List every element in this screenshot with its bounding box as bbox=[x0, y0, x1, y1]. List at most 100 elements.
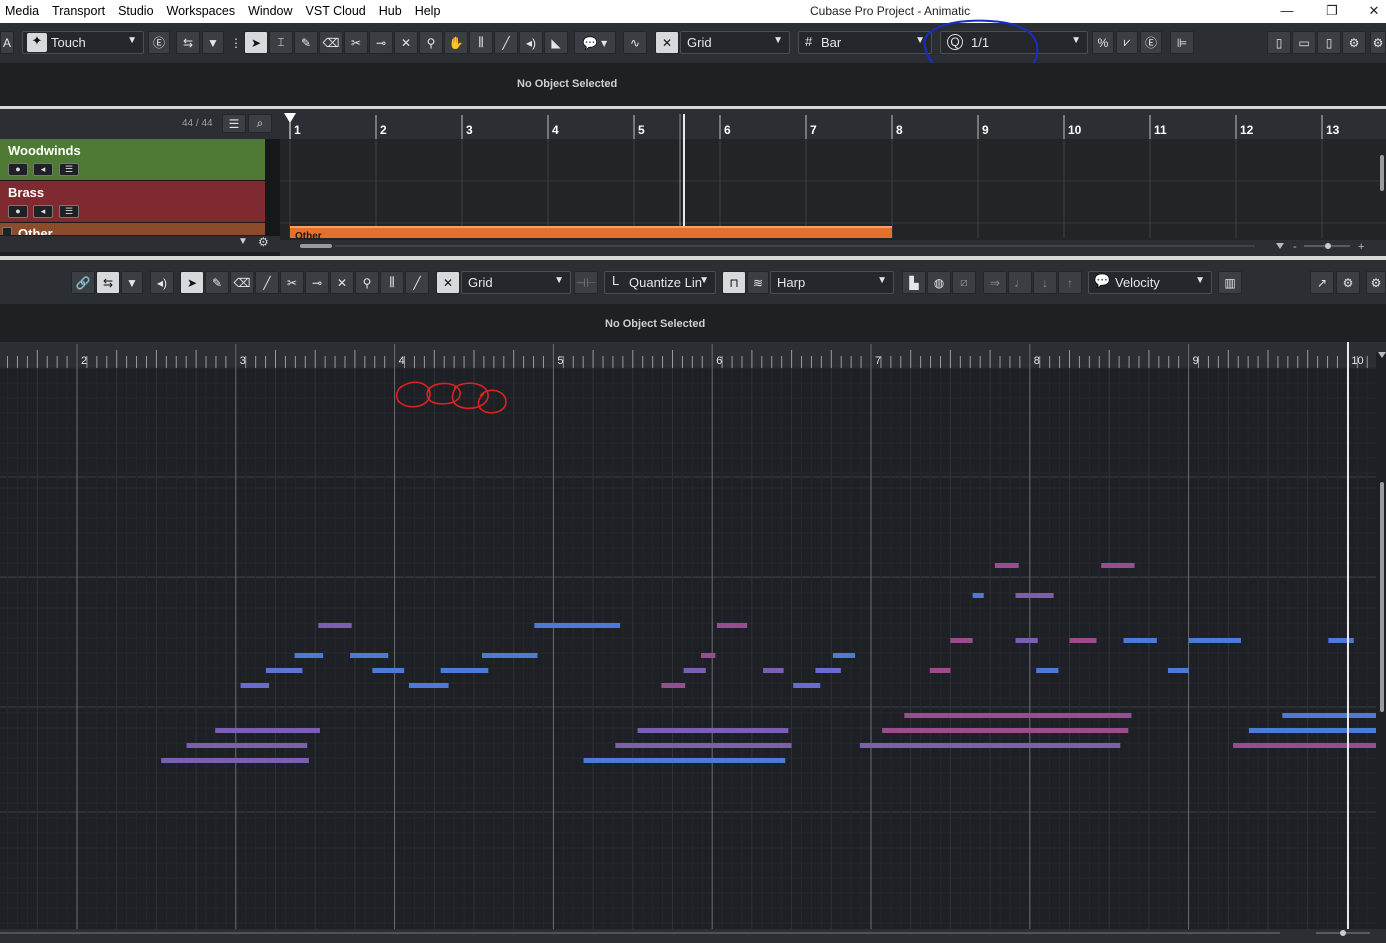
midi-note[interactable] bbox=[994, 563, 1019, 568]
editor-glue-tool[interactable]: ⊸ bbox=[305, 271, 329, 294]
close-window-button[interactable]: ✕ bbox=[1352, 0, 1386, 23]
midi-note[interactable] bbox=[1036, 668, 1059, 673]
editor-options-button[interactable]: ▼ bbox=[121, 271, 143, 294]
editor-trim-tool[interactable]: ╱ bbox=[255, 271, 279, 294]
editor-erase-tool[interactable]: ⌫ bbox=[230, 271, 254, 294]
track-woodwinds[interactable]: Woodwinds ● ◂ ☰ bbox=[0, 139, 265, 181]
midi-note[interactable] bbox=[859, 743, 1121, 748]
step-input-button[interactable]: ⧄ bbox=[952, 271, 976, 294]
draw-tool[interactable]: ✎ bbox=[294, 31, 318, 54]
project-event-display[interactable]: 1 2 3 4 5 6 7 8 9 10 11 12 13Other+- bbox=[280, 109, 1386, 256]
menu-studio[interactable]: Studio bbox=[113, 0, 161, 23]
zoom-out-icon[interactable]: - bbox=[1293, 241, 1297, 253]
setup-window-layout-button[interactable]: ⚙ bbox=[1342, 31, 1366, 54]
indicate-transpositions-button[interactable]: ▙ bbox=[902, 271, 926, 294]
midi-note[interactable] bbox=[929, 668, 951, 673]
project-settings-button[interactable]: ⚙ bbox=[1370, 31, 1386, 54]
insert-velocity-button[interactable]: ⊣⊢ bbox=[574, 271, 598, 294]
menu-media[interactable]: Media bbox=[0, 0, 47, 23]
quantize-length-select[interactable]: L Quantize Lin ▼ bbox=[604, 271, 716, 294]
active-part-select[interactable]: Harp ▼ bbox=[770, 271, 894, 294]
erase-tool[interactable]: ⌫ bbox=[319, 31, 343, 54]
midi-note[interactable] bbox=[701, 653, 716, 658]
record-enable-button[interactable]: ● bbox=[8, 205, 28, 218]
midi-note[interactable] bbox=[265, 668, 303, 673]
menu-vst-cloud[interactable]: VST Cloud bbox=[301, 0, 374, 23]
zoom-slider-thumb[interactable] bbox=[1340, 930, 1346, 936]
midi-note[interactable] bbox=[481, 653, 538, 658]
midi-note[interactable] bbox=[763, 668, 784, 673]
key-editor-note-display[interactable]: 2 3 4 5 6 7 8 9 10 bbox=[0, 342, 1386, 943]
midi-note[interactable] bbox=[534, 623, 621, 628]
open-in-window-button[interactable]: ↗ bbox=[1310, 271, 1334, 294]
controller-lane-select[interactable]: 💬 Velocity ▼ bbox=[1088, 271, 1212, 294]
midi-note[interactable] bbox=[904, 713, 1132, 718]
editor-snap-type-select[interactable]: Grid ▼ bbox=[461, 271, 571, 294]
find-track-button[interactable]: ⌕ bbox=[248, 114, 272, 133]
editor-comp-tool[interactable]: ⫼ bbox=[380, 271, 404, 294]
midi-note[interactable] bbox=[215, 728, 320, 733]
editor-mute-tool[interactable]: ✕ bbox=[330, 271, 354, 294]
editor-layout-button[interactable]: ⚙ bbox=[1336, 271, 1360, 294]
colors-button[interactable]: ◍ bbox=[927, 271, 951, 294]
move-insert-mode-button[interactable]: ⇒ bbox=[983, 271, 1007, 294]
acoustic-feedback-button[interactable]: ◂) bbox=[150, 271, 174, 294]
minimize-button[interactable]: — bbox=[1265, 0, 1309, 23]
editor-split-tool[interactable]: ✂ bbox=[280, 271, 304, 294]
quantize-setup-button[interactable]: ⩗ bbox=[1116, 31, 1138, 54]
editor-ruler[interactable] bbox=[0, 342, 1386, 368]
autoscroll-button[interactable]: ⇆ bbox=[96, 271, 120, 294]
midi-note[interactable] bbox=[972, 593, 984, 598]
zoom-in-icon[interactable]: + bbox=[1358, 241, 1364, 253]
midi-note[interactable] bbox=[683, 668, 706, 673]
midi-note[interactable] bbox=[815, 668, 841, 673]
menu-hub[interactable]: Hub bbox=[374, 0, 410, 23]
right-zone-toggle[interactable]: ▯ bbox=[1317, 31, 1341, 54]
toolbar-options-button[interactable]: ▼ bbox=[202, 31, 224, 54]
midi-note[interactable] bbox=[716, 623, 748, 628]
midi-note[interactable] bbox=[186, 743, 308, 748]
midi-note[interactable] bbox=[583, 758, 786, 763]
zoom-tool[interactable]: ⚲ bbox=[419, 31, 443, 54]
comp-tool[interactable]: ⫼ bbox=[469, 31, 493, 54]
editor-settings-button[interactable]: ⚙ bbox=[1366, 271, 1386, 294]
show-part-borders-button[interactable]: ⊓ bbox=[722, 271, 746, 294]
vertical-scrollbar-thumb[interactable] bbox=[1380, 482, 1384, 712]
midi-note[interactable] bbox=[318, 623, 352, 628]
acoustic-feedback-select[interactable]: 💬 ▾ bbox=[574, 31, 616, 54]
suspend-automation-button[interactable]: Ⓔ bbox=[148, 31, 170, 54]
horizontal-scrollbar[interactable] bbox=[280, 240, 1386, 256]
vertical-scrollbar-thumb[interactable] bbox=[1380, 155, 1384, 191]
midi-note[interactable] bbox=[408, 683, 449, 688]
range-tool[interactable]: ⌶ bbox=[269, 31, 293, 54]
midi-note[interactable] bbox=[372, 668, 405, 673]
play-tool[interactable]: ◂) bbox=[519, 31, 543, 54]
menu-help[interactable]: Help bbox=[410, 0, 449, 23]
midi-note[interactable] bbox=[1282, 713, 1378, 718]
monitor-button[interactable]: ◂ bbox=[33, 163, 53, 176]
project-ruler[interactable] bbox=[280, 109, 1386, 139]
glue-tool[interactable]: ⊸ bbox=[369, 31, 393, 54]
record-pitch-button[interactable]: ♩ bbox=[1008, 271, 1032, 294]
constrain-delay-button[interactable]: ⇆ bbox=[176, 31, 200, 54]
solo-editor-button[interactable]: 🔗 bbox=[71, 271, 95, 294]
midi-note[interactable] bbox=[661, 683, 686, 688]
midi-note[interactable] bbox=[1015, 593, 1054, 598]
gear-icon[interactable]: ⚙ bbox=[258, 235, 269, 249]
midi-note[interactable] bbox=[637, 728, 789, 733]
midi-note[interactable] bbox=[1248, 728, 1378, 733]
track-menu-button[interactable]: ☰ bbox=[59, 205, 79, 218]
menu-transport[interactable]: Transport bbox=[47, 0, 113, 23]
split-tool[interactable]: ✂ bbox=[344, 31, 368, 54]
midi-note[interactable] bbox=[1328, 638, 1354, 643]
midi-note[interactable] bbox=[615, 743, 792, 748]
scrollbar-thumb[interactable] bbox=[300, 244, 332, 248]
midi-note[interactable] bbox=[1188, 638, 1242, 643]
midi-note[interactable] bbox=[161, 758, 309, 763]
midi-controls-button[interactable]: ▥ bbox=[1218, 271, 1242, 294]
midi-note[interactable] bbox=[294, 653, 324, 658]
editor-snap-toggle[interactable]: ✕ bbox=[436, 271, 460, 294]
track-other[interactable]: Other bbox=[0, 223, 265, 236]
menu-workspaces[interactable]: Workspaces bbox=[162, 0, 244, 23]
auto-scroll-button[interactable]: ∿ bbox=[623, 31, 647, 54]
